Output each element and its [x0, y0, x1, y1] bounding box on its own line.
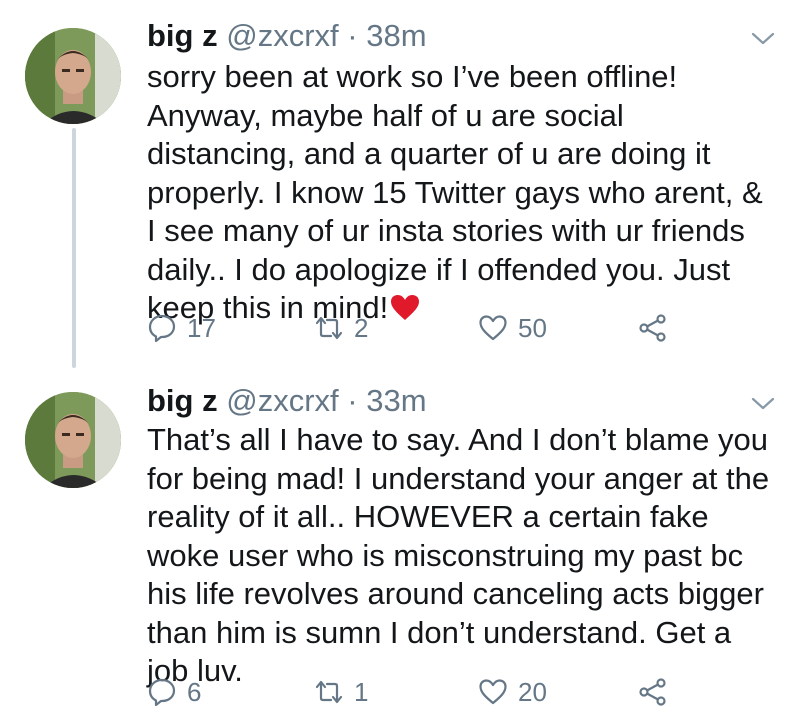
separator-dot: ·: [347, 383, 358, 418]
user-handle[interactable]: @zxcrxf: [226, 383, 338, 418]
retweet-icon: [315, 680, 343, 704]
chevron-down-icon[interactable]: [750, 395, 776, 413]
reply-count: 17: [187, 312, 216, 343]
avatar[interactable]: [25, 28, 121, 124]
tweet-header: big z @zxcrxf · 38m: [147, 18, 427, 54]
chevron-down-icon[interactable]: [750, 30, 776, 48]
share-icon: [639, 314, 666, 342]
tweet-actions: 17 2 50: [0, 308, 800, 348]
tweet-2[interactable]: big z @zxcrxf · 33m That’s all I have to…: [0, 375, 800, 725]
like-button[interactable]: 50: [478, 308, 547, 348]
reply-button[interactable]: 6: [147, 672, 201, 712]
tweet-actions: 6 1 20: [0, 672, 800, 712]
reply-icon: [148, 678, 176, 707]
retweet-icon: [315, 316, 343, 340]
retweet-button[interactable]: 2: [314, 308, 368, 348]
profile-photo: [25, 28, 121, 124]
like-button[interactable]: 20: [478, 672, 547, 712]
display-name[interactable]: big z: [147, 18, 218, 53]
share-button[interactable]: [638, 672, 668, 712]
profile-photo: [25, 392, 121, 488]
tweet-body: That’s all I have to say. And I don’t bl…: [147, 422, 770, 688]
retweet-button[interactable]: 1: [314, 672, 368, 712]
separator-dot: ·: [347, 18, 358, 53]
like-icon: [479, 315, 507, 341]
user-handle[interactable]: @zxcrxf: [226, 18, 338, 53]
reply-icon: [148, 314, 176, 343]
timestamp[interactable]: 38m: [366, 18, 426, 53]
like-count: 50: [518, 312, 547, 343]
tweet-text: sorry been at work so I’ve been offline!…: [147, 58, 777, 328]
avatar[interactable]: [25, 392, 121, 488]
tweet-body: sorry been at work so I’ve been offline!…: [147, 59, 763, 325]
reply-button[interactable]: 17: [147, 308, 216, 348]
share-button[interactable]: [638, 308, 668, 348]
like-icon: [479, 679, 507, 705]
retweet-count: 2: [354, 312, 369, 343]
reply-count: 6: [187, 676, 202, 707]
share-icon: [639, 678, 666, 706]
like-count: 20: [518, 676, 547, 707]
timestamp[interactable]: 33m: [366, 383, 426, 418]
tweet-header: big z @zxcrxf · 33m: [147, 383, 427, 419]
retweet-count: 1: [354, 676, 369, 707]
display-name[interactable]: big z: [147, 383, 218, 418]
tweet-1[interactable]: big z @zxcrxf · 38m sorry been at work s…: [0, 0, 800, 380]
tweet-text: That’s all I have to say. And I don’t bl…: [147, 421, 777, 691]
